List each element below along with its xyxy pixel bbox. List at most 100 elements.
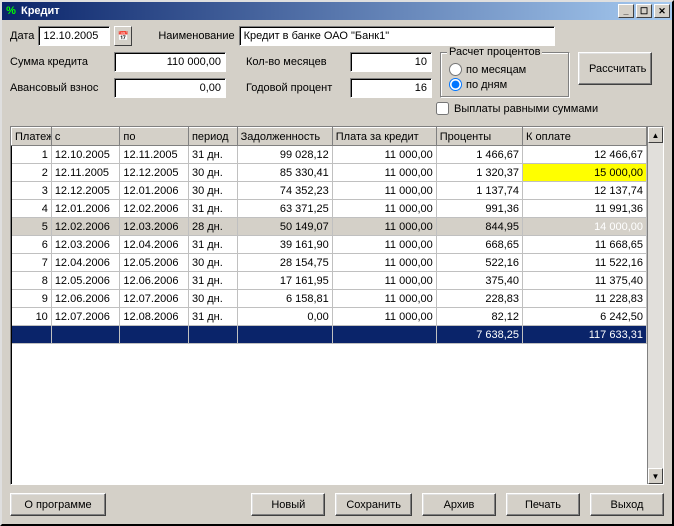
table-cell[interactable]: 12 137,74 xyxy=(523,182,647,200)
table-cell[interactable]: 522,16 xyxy=(436,254,522,272)
table-cell[interactable]: 12.04.2006 xyxy=(51,254,120,272)
table-cell[interactable]: 11 000,00 xyxy=(332,164,436,182)
date-picker-button[interactable]: 📅 xyxy=(114,26,132,46)
table-cell[interactable]: 8 xyxy=(12,272,52,290)
table-cell[interactable]: 30 дн. xyxy=(188,290,237,308)
table-cell[interactable]: 99 028,12 xyxy=(237,146,332,164)
save-button[interactable]: Сохранить xyxy=(335,493,412,516)
table-cell[interactable]: 12.07.2006 xyxy=(120,290,189,308)
table-cell[interactable]: 844,95 xyxy=(436,218,522,236)
col-header[interactable]: Платеж xyxy=(12,128,52,146)
equal-payments-check[interactable]: Выплаты равными суммами xyxy=(436,102,652,115)
minimize-button[interactable]: _ xyxy=(618,4,634,18)
table-cell[interactable]: 82,12 xyxy=(436,308,522,326)
table-cell[interactable]: 12.04.2006 xyxy=(120,236,189,254)
table-cell[interactable]: 17 161,95 xyxy=(237,272,332,290)
table-cell[interactable]: 12.06.2006 xyxy=(120,272,189,290)
table-cell[interactable]: 1 320,37 xyxy=(436,164,522,182)
table-cell[interactable]: 31 дн. xyxy=(188,200,237,218)
table-cell[interactable]: 12.06.2006 xyxy=(51,290,120,308)
col-header[interactable]: Задолженность xyxy=(237,128,332,146)
table-row[interactable]: 912.06.200612.07.200630 дн.6 158,8111 00… xyxy=(12,290,647,308)
table-cell[interactable]: 11 000,00 xyxy=(332,254,436,272)
scroll-up-button[interactable]: ▲ xyxy=(648,127,663,143)
table-row[interactable]: 212.11.200512.12.200530 дн.85 330,4111 0… xyxy=(12,164,647,182)
table-cell[interactable]: 11 000,00 xyxy=(332,290,436,308)
table-row[interactable]: 512.02.200612.03.200628 дн.50 149,0711 0… xyxy=(12,218,647,236)
table-cell[interactable]: 12.12.2005 xyxy=(120,164,189,182)
radio-by-months-input[interactable] xyxy=(449,63,462,76)
table-cell[interactable]: 11 000,00 xyxy=(332,308,436,326)
table-cell[interactable]: 12.01.2006 xyxy=(120,182,189,200)
table-cell[interactable]: 11 522,16 xyxy=(523,254,647,272)
down-payment-input[interactable] xyxy=(114,78,226,98)
radio-by-days-input[interactable] xyxy=(449,78,462,91)
table-cell[interactable]: 6 158,81 xyxy=(237,290,332,308)
table-cell[interactable]: 31 дн. xyxy=(188,146,237,164)
table-row[interactable]: 412.01.200612.02.200631 дн.63 371,2511 0… xyxy=(12,200,647,218)
col-header[interactable]: Плата за кредит xyxy=(332,128,436,146)
table-cell[interactable]: 12.11.2005 xyxy=(120,146,189,164)
table-cell[interactable]: 63 371,25 xyxy=(237,200,332,218)
name-input[interactable] xyxy=(239,26,555,46)
table-cell[interactable]: 28 дн. xyxy=(188,218,237,236)
table-cell[interactable]: 7 xyxy=(12,254,52,272)
table-cell[interactable]: 50 149,07 xyxy=(237,218,332,236)
close-button[interactable]: ✕ xyxy=(654,4,670,18)
table-cell[interactable]: 12.01.2006 xyxy=(51,200,120,218)
table-cell[interactable]: 12.12.2005 xyxy=(51,182,120,200)
table-cell[interactable]: 2 xyxy=(12,164,52,182)
col-header[interactable]: К оплате xyxy=(523,128,647,146)
table-cell[interactable]: 14 000,00 xyxy=(523,218,647,236)
table-cell[interactable]: 668,65 xyxy=(436,236,522,254)
table-cell[interactable]: 15 000,00 xyxy=(523,164,647,182)
table-cell[interactable]: 28 154,75 xyxy=(237,254,332,272)
table-cell[interactable]: 85 330,41 xyxy=(237,164,332,182)
table-cell[interactable]: 12.11.2005 xyxy=(51,164,120,182)
payments-grid[interactable]: ПлатежспопериодЗадолженностьПлата за кре… xyxy=(10,126,664,485)
table-cell[interactable]: 12 466,67 xyxy=(523,146,647,164)
col-header[interactable]: Проценты xyxy=(436,128,522,146)
table-cell[interactable]: 31 дн. xyxy=(188,272,237,290)
table-cell[interactable]: 12.03.2006 xyxy=(51,236,120,254)
scroll-down-button[interactable]: ▼ xyxy=(648,468,663,484)
table-row[interactable]: 112.10.200512.11.200531 дн.99 028,1211 0… xyxy=(12,146,647,164)
table-cell[interactable]: 30 дн. xyxy=(188,182,237,200)
table-cell[interactable]: 11 000,00 xyxy=(332,218,436,236)
radio-by-months[interactable]: по месяцам xyxy=(449,63,561,76)
table-cell[interactable]: 228,83 xyxy=(436,290,522,308)
table-cell[interactable]: 6 xyxy=(12,236,52,254)
table-cell[interactable]: 1 xyxy=(12,146,52,164)
table-cell[interactable]: 1 466,67 xyxy=(436,146,522,164)
table-cell[interactable]: 11 000,00 xyxy=(332,200,436,218)
date-input[interactable] xyxy=(38,26,110,46)
table-cell[interactable]: 74 352,23 xyxy=(237,182,332,200)
table-cell[interactable]: 6 242,50 xyxy=(523,308,647,326)
table-cell[interactable]: 3 xyxy=(12,182,52,200)
col-header[interactable]: период xyxy=(188,128,237,146)
table-cell[interactable]: 12.02.2006 xyxy=(51,218,120,236)
calculate-button[interactable]: Рассчитать xyxy=(578,52,652,85)
table-cell[interactable]: 10 xyxy=(12,308,52,326)
table-row[interactable]: 712.04.200612.05.200630 дн.28 154,7511 0… xyxy=(12,254,647,272)
table-cell[interactable]: 11 668,65 xyxy=(523,236,647,254)
table-cell[interactable]: 12.03.2006 xyxy=(120,218,189,236)
table-cell[interactable]: 11 375,40 xyxy=(523,272,647,290)
table-cell[interactable]: 11 991,36 xyxy=(523,200,647,218)
table-cell[interactable]: 12.05.2006 xyxy=(51,272,120,290)
print-button[interactable]: Печать xyxy=(506,493,580,516)
titlebar[interactable]: % Кредит _ ☐ ✕ xyxy=(2,2,672,20)
table-cell[interactable]: 11 000,00 xyxy=(332,146,436,164)
loan-amount-input[interactable] xyxy=(114,52,226,72)
exit-button[interactable]: Выход xyxy=(590,493,664,516)
annual-rate-input[interactable] xyxy=(350,78,432,98)
radio-by-days[interactable]: по дням xyxy=(449,78,561,91)
col-header[interactable]: с xyxy=(51,128,120,146)
archive-button[interactable]: Архив xyxy=(422,493,496,516)
col-header[interactable]: по xyxy=(120,128,189,146)
months-input[interactable] xyxy=(350,52,432,72)
table-cell[interactable]: 31 дн. xyxy=(188,308,237,326)
new-button[interactable]: Новый xyxy=(251,493,325,516)
table-cell[interactable]: 991,36 xyxy=(436,200,522,218)
table-cell[interactable]: 12.08.2006 xyxy=(120,308,189,326)
